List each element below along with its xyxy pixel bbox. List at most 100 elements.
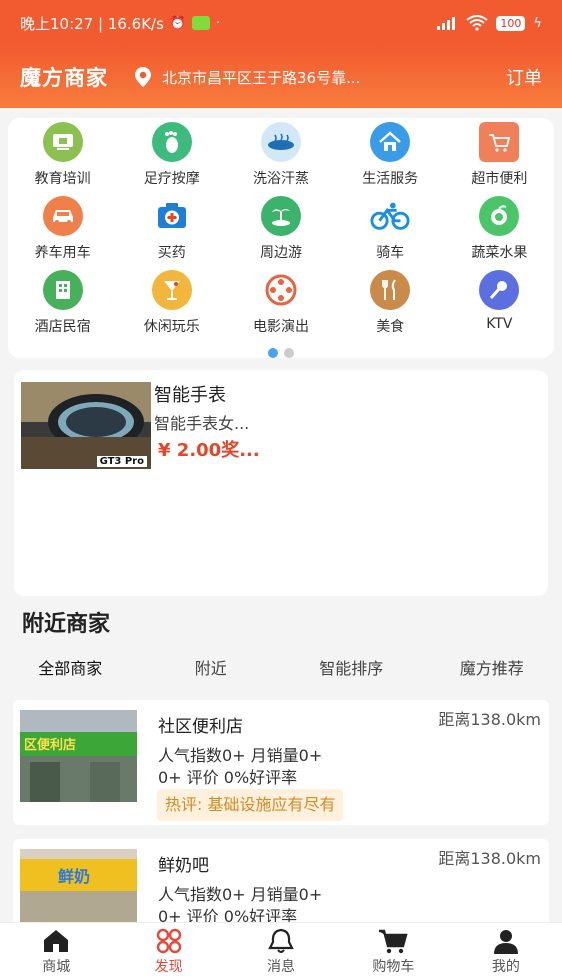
promo-title: 智能手表 [154,385,226,406]
page-dot-active [268,348,278,358]
charging-icon: ϟ [533,15,542,31]
category-label: 休闲玩乐 [143,319,200,335]
signal-icon [437,17,456,30]
discover-icon [156,928,181,953]
category-food[interactable]: 美食 [336,270,445,336]
bike-icon [370,196,411,236]
filter-all[interactable]: 全部商家 [0,655,141,679]
category-label: 养车用车 [34,245,91,261]
tab-messages[interactable]: 消息 [225,923,337,980]
tab-label: 我的 [491,958,520,975]
bell-icon [268,928,294,953]
category-life-service[interactable]: 生活服务 [336,122,445,188]
location-selector[interactable]: 北京市昌平区王于路36号靠... [134,66,496,88]
section-title: 附近商家 [22,612,111,637]
category-medicine[interactable]: 买药 [117,196,226,262]
category-bike[interactable]: 骑车 [336,196,445,262]
promo-card[interactable]: GT3 Pro 智能手表 智能手表女... ¥ 2.00奖... [14,370,548,596]
tab-cart[interactable]: 购物车 [337,923,449,980]
category-film[interactable]: 电影演出 [226,270,335,336]
svg-text:区便利店: 区便利店 [24,737,76,753]
category-bath[interactable]: 洗浴汗蒸 [226,122,335,188]
status-bar: 晚上10:27 | 16.6K/s ⏰ · 100 ϟ [0,0,562,46]
alarm-icon: ⏰ [169,15,187,31]
bath-icon [260,122,301,162]
shop-icon [44,929,69,952]
category-hotel[interactable]: 酒店民宿 [8,270,117,336]
home-icon [370,122,411,162]
fruit-icon [479,196,520,236]
category-grid: 教育培训 足疗按摩 洗浴汗蒸 生活服务 超市便利 养车用车 买药 周边游 骑车 … [8,122,554,336]
filter-recommended[interactable]: 魔方推荐 [422,655,562,679]
dot-icon: · [216,15,221,31]
promo-price: ¥ 2.00奖... [158,440,260,461]
store-distance: 距离138.0km [438,849,541,868]
location-text: 北京市昌平区王于路36号靠... [162,68,361,87]
store-name: 鲜奶吧 [158,856,209,876]
category-foot-massage[interactable]: 足疗按摩 [117,122,226,188]
store-distance: 距离138.0km [438,710,541,729]
tab-label: 商城 [42,958,71,975]
filter-smart-sort[interactable]: 智能排序 [281,655,422,679]
category-car[interactable]: 养车用车 [8,196,117,262]
cart-icon [479,122,520,162]
page-dot [284,348,294,358]
tab-shop[interactable]: 商城 [0,923,112,980]
film-icon [260,270,301,310]
category-label: 周边游 [259,245,302,261]
location-pin-icon [135,67,151,87]
tab-label: 发现 [154,958,183,975]
tab-discover[interactable]: 发现 [112,923,224,980]
category-label: 买药 [157,245,186,261]
store-stats: 人气指数0+ 月销量0+ [158,746,323,765]
wifi-icon [466,15,489,31]
filter-tabs: 全部商家 附近 智能排序 魔方推荐 [0,655,562,679]
store-card[interactable]: 区便利店 社区便利店 距离138.0km 人气指数0+ 月销量0+ 0+ 评价 … [13,700,549,825]
bottom-tab-bar: 商城 发现 消息 购物车 我的 [0,922,562,980]
store-card[interactable]: 鲜奶 鲜奶吧 距离138.0km 人气指数0+ 月销量0+ 0+ 评价 0%好评… [13,839,549,941]
app-header: 魔方商家 北京市昌平区王于路36号靠... 订单 [0,46,562,108]
island-icon [260,196,301,236]
category-label: 教育培训 [34,171,91,187]
battery-indicator: 100 [496,15,526,31]
store-rating: 0+ 评价 0%好评率 [158,768,298,787]
drink-icon [151,270,192,310]
cart-icon [379,929,408,953]
category-label: 骑车 [376,245,405,261]
category-ktv[interactable]: KTV [445,270,554,336]
foot-icon [151,122,192,162]
microphone-icon [479,270,520,310]
category-leisure[interactable]: 休闲玩乐 [117,270,226,336]
store-name: 社区便利店 [158,717,243,737]
user-icon [493,929,518,954]
category-label: 蔬菜水果 [471,245,528,261]
car-icon [42,196,83,236]
category-label: 足疗按摩 [143,171,200,187]
svg-text:鲜奶: 鲜奶 [58,867,90,886]
category-travel[interactable]: 周边游 [226,196,335,262]
hotel-icon [42,270,83,310]
category-education[interactable]: 教育培训 [8,122,117,188]
app-title: 魔方商家 [20,66,108,90]
category-label: 洗浴汗蒸 [252,171,309,187]
filter-nearby[interactable]: 附近 [141,655,282,679]
orders-button[interactable]: 订单 [506,64,542,90]
category-label: 美食 [376,319,405,335]
tab-label: 消息 [267,958,296,975]
category-supermarket[interactable]: 超市便利 [445,122,554,188]
store-hot-review: 热评: 基础设施应有尽有 [157,789,344,821]
category-fruit[interactable]: 蔬菜水果 [445,196,554,262]
medicine-icon [151,196,192,236]
tab-label: 购物车 [372,958,415,975]
category-label: 电影演出 [252,319,309,335]
promo-subtitle: 智能手表女... [154,414,250,433]
page-indicator [268,348,294,358]
store-stats: 人气指数0+ 月销量0+ [158,885,323,904]
store-image: 区便利店 [20,710,137,802]
app-notification-icon [192,16,211,30]
tab-profile[interactable]: 我的 [450,923,562,980]
product-image[interactable]: GT3 Pro [21,382,151,469]
status-time: 晚上10:27 | 16.6K/s [20,14,164,33]
category-label: 酒店民宿 [34,319,91,335]
category-card: 教育培训 足疗按摩 洗浴汗蒸 生活服务 超市便利 养车用车 买药 周边游 骑车 … [8,118,554,358]
